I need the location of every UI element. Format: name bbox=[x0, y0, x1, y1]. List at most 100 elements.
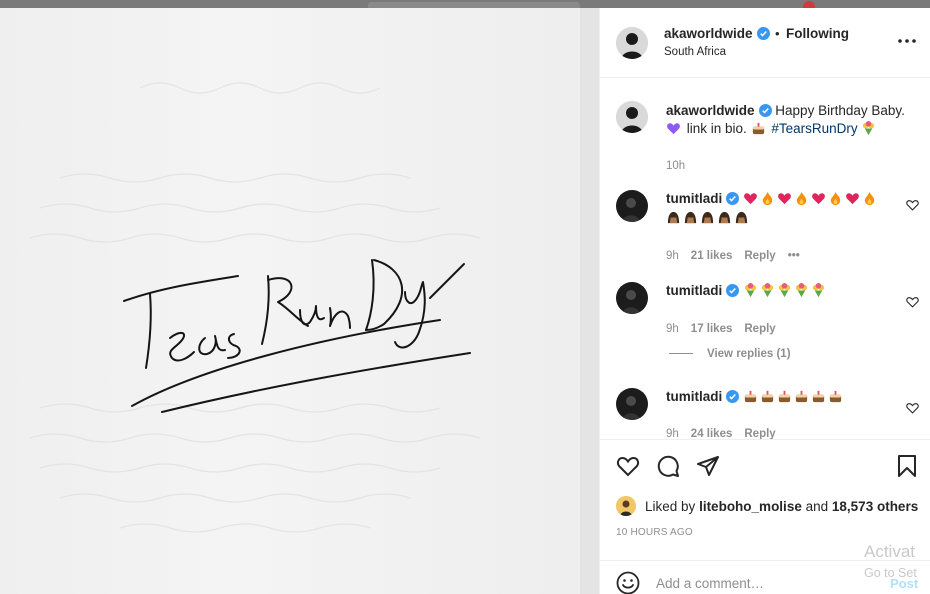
share-icon[interactable] bbox=[696, 454, 720, 478]
likes-others-link[interactable]: 18,573 others bbox=[832, 499, 918, 514]
commenter-username[interactable]: tumitladi bbox=[666, 191, 740, 206]
action-bar bbox=[600, 439, 930, 491]
hashtag-link[interactable]: #TearsRunDry bbox=[771, 121, 857, 136]
bouquet-icon bbox=[778, 283, 791, 298]
post-header: akaworldwide • Following South Africa bbox=[600, 8, 930, 78]
comment-time[interactable]: 9h bbox=[666, 250, 679, 262]
commenter-username[interactable]: tumitladi bbox=[666, 283, 740, 298]
separator-dot: • bbox=[775, 26, 780, 41]
post-caption: akaworldwide Happy Birthday Baby. link i… bbox=[600, 86, 930, 186]
verified-badge-icon bbox=[726, 192, 740, 205]
caption-line2: link in bio. bbox=[686, 121, 747, 136]
comment-input[interactable]: Add a comment… bbox=[656, 576, 764, 591]
browser-top-strip bbox=[0, 0, 930, 8]
comment-options-icon[interactable]: ••• bbox=[788, 250, 800, 262]
commenter-avatar[interactable] bbox=[616, 190, 648, 222]
commenter-avatar[interactable] bbox=[616, 282, 648, 314]
verified-badge-icon bbox=[756, 27, 770, 40]
windows-activation-watermark: Activat bbox=[864, 542, 916, 561]
comment-item: tumitladi 9h 24 likes Reply bbox=[600, 388, 930, 440]
commenter-username[interactable]: tumitladi bbox=[666, 389, 740, 404]
red-heart-icon bbox=[812, 193, 825, 205]
reply-button[interactable]: Reply bbox=[744, 250, 775, 262]
liker-avatar[interactable] bbox=[616, 496, 636, 516]
comment-item: tumitladi 9h 21 likes Reply ••• bbox=[600, 190, 930, 262]
comment-like-icon[interactable] bbox=[906, 199, 919, 211]
comment-body: tumitladi bbox=[666, 282, 896, 300]
comment-body: tumitladi bbox=[666, 190, 896, 226]
bowing-person-icon bbox=[684, 211, 697, 224]
cake-icon bbox=[761, 390, 774, 403]
comment-like-icon[interactable] bbox=[906, 402, 919, 414]
post-sidebar: akaworldwide • Following South Africa ak… bbox=[599, 8, 930, 594]
comment-meta: 9h 21 likes Reply ••• bbox=[666, 250, 812, 262]
replies-divider-line bbox=[669, 353, 693, 355]
bouquet-icon bbox=[761, 283, 774, 298]
verified-badge-icon bbox=[726, 390, 740, 403]
comment-like-icon[interactable] bbox=[906, 296, 919, 308]
caption-username[interactable]: akaworldwide bbox=[666, 103, 772, 118]
emoji-bowing bbox=[666, 209, 751, 224]
red-heart-icon bbox=[744, 193, 757, 205]
emoji-icon[interactable] bbox=[616, 571, 640, 594]
comment-likes[interactable]: 21 likes bbox=[691, 250, 733, 262]
posted-ago[interactable]: 10 HOURS AGO bbox=[616, 527, 693, 538]
bouquet-icon bbox=[863, 121, 875, 136]
bouquet-icon bbox=[795, 283, 808, 298]
verified-badge-icon bbox=[758, 104, 772, 117]
comment-body: tumitladi bbox=[666, 388, 896, 406]
caption-time[interactable]: 10h bbox=[666, 160, 685, 172]
cake-icon bbox=[744, 390, 757, 403]
fire-icon bbox=[796, 191, 807, 206]
cake-icon bbox=[752, 122, 764, 135]
comment-likes[interactable]: 17 likes bbox=[691, 323, 733, 335]
reply-button[interactable]: Reply bbox=[744, 323, 775, 335]
paper-edge bbox=[580, 8, 599, 594]
tears-run-dry-signature bbox=[123, 259, 471, 413]
caption-text: akaworldwide Happy Birthday Baby. link i… bbox=[666, 102, 916, 138]
fire-icon bbox=[762, 191, 773, 206]
likes-and: and bbox=[805, 499, 829, 514]
comment-time[interactable]: 9h bbox=[666, 323, 679, 335]
comment-item: tumitladi 9h 17 likes Reply bbox=[600, 282, 930, 335]
cake-icon bbox=[829, 390, 842, 403]
fire-icon bbox=[830, 191, 841, 206]
post-location[interactable]: South Africa bbox=[664, 46, 726, 58]
author-username[interactable]: akaworldwide bbox=[664, 26, 770, 41]
bookmark-icon[interactable] bbox=[895, 454, 919, 478]
bowing-person-icon bbox=[701, 211, 714, 224]
bowing-person-icon bbox=[667, 211, 680, 224]
heart-icon[interactable] bbox=[616, 454, 640, 478]
windows-activation-subtext: Go to Set bbox=[864, 566, 917, 580]
post-image[interactable] bbox=[0, 8, 599, 594]
cake-icon bbox=[812, 390, 825, 403]
verified-badge-icon bbox=[726, 284, 740, 297]
bouquet-icon bbox=[812, 283, 825, 298]
notification-badge bbox=[803, 1, 815, 8]
commenter-avatar[interactable] bbox=[616, 388, 648, 420]
comment-icon[interactable] bbox=[656, 454, 680, 478]
bowing-person-icon bbox=[718, 211, 731, 224]
bowing-person-icon bbox=[735, 211, 748, 224]
purple-heart-icon bbox=[667, 123, 680, 135]
author-avatar[interactable] bbox=[616, 27, 648, 59]
cake-icon bbox=[795, 390, 808, 403]
fire-icon bbox=[864, 191, 875, 206]
red-heart-icon bbox=[846, 193, 859, 205]
liker-username[interactable]: liteboho_molise bbox=[699, 499, 802, 514]
emoji-bouquets bbox=[743, 283, 828, 298]
more-icon[interactable] bbox=[896, 34, 918, 48]
bouquet-icon bbox=[744, 283, 757, 298]
emoji-cakes bbox=[743, 389, 845, 404]
caption-line1: Happy Birthday Baby. bbox=[775, 103, 905, 118]
likes-prefix: Liked by bbox=[645, 499, 696, 514]
likes-text: Liked by liteboho_molise and 18,573 othe… bbox=[645, 499, 918, 514]
emoji-hearts-fire bbox=[743, 191, 879, 206]
caption-avatar[interactable] bbox=[616, 101, 648, 133]
view-replies-label: View replies (1) bbox=[707, 348, 791, 360]
cake-icon bbox=[778, 390, 791, 403]
red-heart-icon bbox=[778, 193, 791, 205]
comment-meta: 9h 17 likes Reply bbox=[666, 323, 788, 335]
following-button[interactable]: Following bbox=[786, 26, 849, 41]
view-replies-button[interactable]: View replies (1) bbox=[669, 348, 791, 360]
